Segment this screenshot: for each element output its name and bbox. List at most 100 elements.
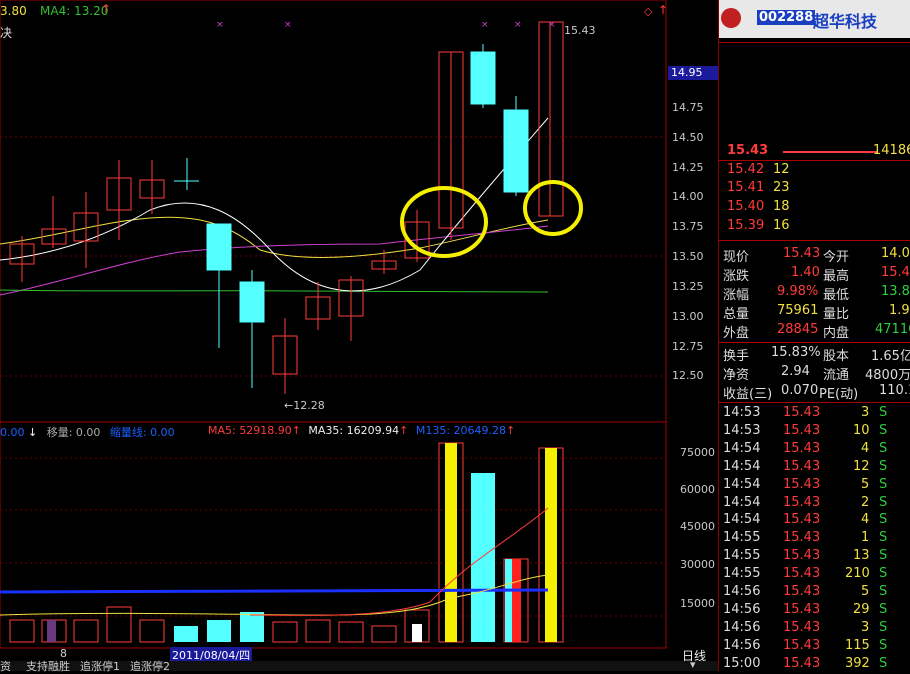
price-tick: 14.00 [672, 190, 704, 203]
quote-row: 涨幅 9.98% 最低 13.80 [719, 284, 910, 303]
trade-volume: 5 [861, 584, 870, 599]
trade-direction: S [879, 584, 888, 599]
arrow-down-icon: ↓ [28, 426, 38, 439]
vol-a: 0.00 [0, 426, 25, 439]
trade-price: 15.43 [783, 476, 821, 492]
buy-volume: 16 [773, 218, 790, 233]
quote-value: 47116 [875, 322, 910, 337]
buy-price: 15.39 [727, 218, 765, 233]
trade-row: 14:56 15.43 29 S [719, 602, 910, 620]
trade-time: 14:53 [723, 405, 761, 420]
quote-value: 15.43 [881, 265, 910, 280]
price-tick: 14.25 [672, 161, 704, 174]
trade-row: 14:56 15.43 115 S [719, 638, 910, 656]
trade-price: 15.43 [783, 584, 821, 599]
price-tick: 12.50 [672, 369, 704, 382]
trade-row: 14:55 15.43 1 S [719, 530, 910, 548]
trade-direction: S [879, 548, 888, 564]
trade-time: 14:54 [723, 440, 761, 456]
trade-time: 14:53 [723, 422, 761, 438]
trade-direction: S [879, 530, 888, 546]
quote-panel: 002288 超华科技 15.43 14186 15.42 12 15.41 2… [718, 0, 910, 671]
trade-volume: 1 [861, 530, 870, 546]
quote-label: 量比 [823, 307, 850, 322]
volume-tick: 75000 [680, 446, 715, 459]
quote-label: 涨幅 [723, 288, 750, 303]
trade-price: 15.43 [783, 530, 821, 546]
trade-volume: 29 [853, 601, 870, 617]
tab-2[interactable]: 追涨停1 [80, 658, 120, 674]
trade-price: 15.43 [783, 422, 821, 438]
tab-3[interactable]: 追涨停2 [130, 658, 170, 674]
tab-1[interactable]: 支持融胜 [26, 658, 70, 674]
buy-price: 15.42 [727, 162, 765, 177]
order-book-sell: 15.43 14186 [719, 143, 910, 161]
stats-label: PE(动) [819, 387, 859, 402]
stats-row: 收益(三) 0.070 PE(动) 110.1 [719, 383, 910, 402]
trade-time: 14:56 [723, 619, 761, 635]
trade-direction: S [879, 494, 888, 510]
sell-volume-bar [783, 151, 877, 153]
price-tick: 14.75 [672, 101, 704, 114]
trade-volume: 12 [853, 458, 870, 474]
trade-row: 14:53 15.43 10 S [719, 423, 910, 441]
quote-value: 14.00 [881, 246, 910, 261]
volume-tick: 15000 [680, 597, 715, 610]
trade-direction: S [879, 601, 888, 617]
trade-time: 14:54 [723, 476, 761, 492]
trade-row: 14:54 15.43 4 S [719, 512, 910, 530]
volume-tick: 30000 [680, 558, 715, 571]
trade-direction: S [879, 405, 888, 420]
trade-direction: S [879, 458, 888, 474]
stats-value: 2.94 [781, 364, 810, 379]
stats-label: 换手 [723, 349, 750, 364]
trade-time: 14:54 [723, 458, 761, 474]
trade-row: 14:55 15.43 210 S [719, 566, 910, 584]
trade-price: 15.43 [783, 601, 821, 617]
trade-volume: 3 [861, 405, 870, 420]
trade-direction: S [879, 637, 888, 653]
buy-price: 15.41 [727, 180, 765, 195]
stats-value: 0.070 [781, 383, 819, 398]
vol-c: 缩量线: 0.00 [109, 426, 175, 439]
trade-direction: S [879, 566, 888, 582]
quote-label: 现价 [723, 250, 750, 265]
stats-label: 股本 [823, 349, 850, 364]
sell-volume: 14186 [873, 143, 910, 158]
trade-volume: 5 [861, 476, 870, 492]
quote-label: 内盘 [823, 326, 850, 341]
order-book-buy: 15.42 12 [719, 162, 910, 180]
quote-value: 75961 [777, 303, 819, 318]
quote-row: 现价 15.43 今开 14.00 [719, 246, 910, 265]
chevron-down-icon[interactable]: ▾ [690, 658, 696, 671]
trade-volume: 210 [845, 566, 870, 582]
tab-0[interactable]: 资 [0, 658, 11, 674]
trade-direction: S [879, 512, 888, 528]
stats-value: 1.65亿 [871, 349, 910, 364]
stock-name: 超华科技 [813, 12, 878, 31]
vol-ma5: MA5: 52918.90 [208, 424, 292, 437]
trade-volume: 4 [861, 512, 870, 528]
trade-direction: S [879, 655, 888, 671]
order-book-buy: 15.40 18 [719, 199, 910, 217]
trade-volume: 115 [845, 637, 870, 653]
trade-volume: 3 [861, 619, 870, 635]
stats-row: 换手 15.83% 股本 1.65亿 [719, 345, 910, 364]
trade-direction: S [879, 422, 888, 438]
trade-row: 14:56 15.43 5 S [719, 584, 910, 602]
price-tick: 13.25 [672, 280, 704, 293]
volume-tick: 60000 [680, 483, 715, 496]
stats-label: 流通 [823, 368, 850, 383]
quote-label: 今开 [823, 250, 850, 265]
trade-direction: S [879, 476, 888, 492]
sell-price: 15.43 [727, 143, 769, 158]
trade-row: 14:56 15.43 3 S [719, 620, 910, 638]
order-book-buy: 15.39 16 [719, 218, 910, 236]
trade-row: 14:54 15.43 12 S [719, 459, 910, 477]
stats-label: 收益(三) [723, 387, 773, 402]
trade-time: 14:56 [723, 601, 761, 617]
trade-time: 15:00 [723, 655, 761, 671]
trade-time: 14:56 [723, 637, 761, 653]
trade-row: 14:55 15.43 13 S [719, 548, 910, 566]
stats-value: 110.1 [879, 383, 910, 398]
